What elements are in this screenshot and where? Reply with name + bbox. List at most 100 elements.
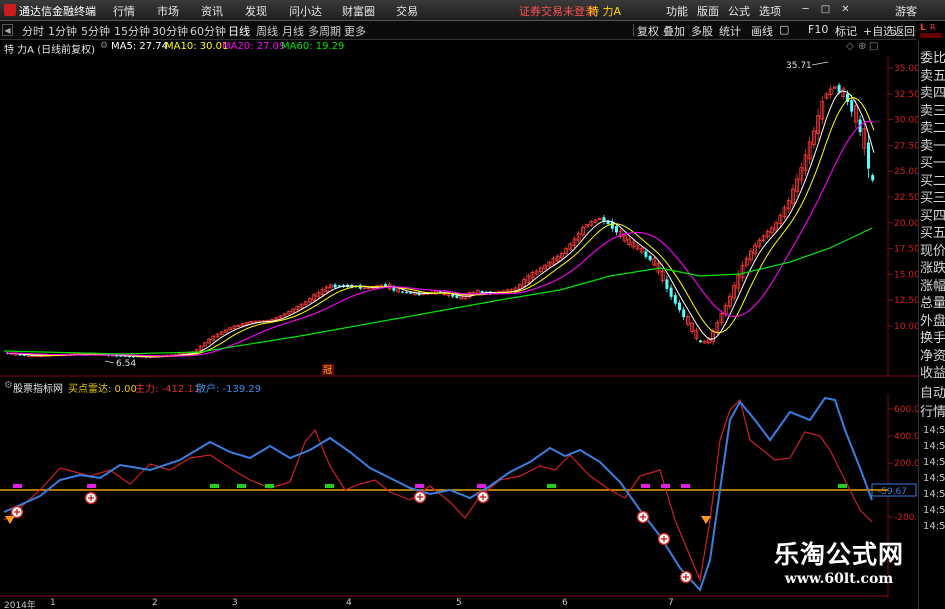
candle-down	[867, 142, 870, 169]
low-price-arrow	[104, 360, 115, 364]
signal-tick	[13, 484, 22, 488]
price-tick-label: 22.50	[894, 193, 918, 203]
signal-tick	[87, 484, 96, 488]
quote-panel-tick[interactable]: 14:56	[920, 439, 945, 455]
price-tick-label: 15.00	[894, 270, 918, 280]
price-tick-label: 17.50	[894, 245, 918, 255]
signal-tick	[210, 484, 219, 488]
price-tick-label: 25.00	[894, 167, 918, 177]
low-price-label: 6.54	[116, 359, 136, 369]
quote-panel-item[interactable]: 卖四	[920, 84, 945, 103]
quote-side-panel: 委比 卖五 卖四 卖三 卖二 卖一 买一 买二 买三 买四 买五 现价 涨跌 涨幅 总量 外盘 换手 净资 收益 自动…	[918, 41, 945, 609]
quote-panel-item[interactable]: 卖五	[920, 67, 945, 86]
price-tick-label: 10.00	[894, 322, 918, 332]
ma5-line	[5, 90, 875, 358]
date-tick: 1	[50, 598, 56, 608]
signal-tick	[681, 484, 690, 488]
ma20-line	[5, 120, 875, 357]
price-tick-label: 30.00	[894, 116, 918, 126]
candle-down	[850, 100, 854, 112]
candle-down	[648, 255, 652, 261]
price-tick-label: 32.50	[894, 90, 918, 100]
price-tick-label: 35.00	[894, 64, 918, 74]
svg-text:R: R	[930, 23, 936, 32]
candle-down	[682, 309, 686, 318]
quote-panel-item[interactable]: 委比	[920, 49, 945, 68]
quote-panel-item[interactable]: 买三	[920, 189, 945, 208]
date-tick: 5	[456, 598, 462, 608]
quote-panel-item[interactable]: 买二	[920, 172, 945, 191]
price-tick-label: 27.50	[894, 141, 918, 151]
price-tick-label: 12.50	[894, 296, 918, 306]
watermark-url: www.60lt.com	[784, 571, 894, 587]
date-tick: 2014年	[4, 601, 36, 609]
date-tick: 6	[562, 598, 568, 608]
price-tick-label: 20.00	[894, 219, 918, 229]
quote-panel-item[interactable]: 买一	[920, 154, 945, 173]
candle-down	[451, 294, 455, 297]
candle-down	[837, 84, 841, 93]
signal-tick	[237, 484, 246, 488]
ma10-line	[5, 96, 875, 358]
quote-panel-tick[interactable]: 自动	[920, 384, 945, 403]
quote-panel-item[interactable]: 涨跌	[920, 259, 945, 278]
date-tick: 2	[152, 598, 158, 608]
signal-tick	[415, 484, 424, 488]
candle-down	[384, 284, 387, 287]
candle-down	[669, 287, 673, 297]
indicator-current-value: -59.67	[878, 487, 907, 497]
candle-down	[673, 295, 677, 304]
quote-panel-item[interactable]: 外盘	[920, 312, 945, 331]
candle-down	[455, 295, 459, 298]
quote-panel-tick[interactable]: 行情	[920, 403, 945, 422]
candle-down	[615, 226, 618, 233]
quote-panel-item[interactable]: 买五	[920, 224, 945, 243]
quote-panel-item[interactable]: 净资	[920, 347, 945, 366]
indicator-tick-label: 600.0	[894, 405, 918, 415]
indicator-tick-label: 200.0	[894, 459, 918, 469]
quote-panel-tick[interactable]: 14:56	[920, 455, 945, 471]
quote-panel-tick[interactable]: 14:56	[920, 519, 945, 535]
signal-tick	[325, 484, 334, 488]
candle-down	[644, 251, 648, 257]
quote-panel-item[interactable]: 卖一	[920, 137, 945, 156]
quote-panel-tick[interactable]: 14:56	[920, 471, 945, 487]
signal-tick	[641, 484, 650, 488]
quote-panel-item[interactable]: 换手	[920, 329, 945, 348]
high-price-arrow	[811, 61, 829, 66]
signal-tick	[477, 484, 486, 488]
quote-panel-item[interactable]: 卖三	[920, 102, 945, 121]
candle-down	[405, 291, 408, 294]
candle-down	[333, 284, 337, 288]
quote-panel-item[interactable]: 现价	[920, 242, 945, 261]
candle-down	[665, 279, 669, 289]
quote-panel-tick[interactable]: 14:56	[920, 423, 945, 439]
warning-triangle-icon	[5, 516, 15, 524]
event-marker: 冠	[323, 365, 332, 376]
date-tick: 3	[232, 598, 238, 608]
date-tick: 7	[668, 598, 674, 608]
signal-tick	[265, 484, 274, 488]
candle-down	[871, 175, 875, 181]
date-tick: 4	[346, 598, 352, 608]
watermark: 乐淘公式网 www.60lt.com	[733, 535, 945, 609]
kline-chart-svg: 35.00 32.50 30.00 27.50 25.00 22.50 20.00 17.50…	[0, 55, 918, 598]
quote-panel-item[interactable]: 收益	[920, 364, 945, 383]
high-price-label: 35.71	[786, 61, 812, 71]
indicator-tick-label: -200.0	[894, 513, 918, 523]
candle-down	[400, 291, 404, 293]
candle-down	[699, 340, 702, 343]
signal-tick	[661, 484, 670, 488]
candle-down	[678, 302, 681, 311]
quote-panel-item[interactable]: 卖二	[920, 119, 945, 138]
level-badge: LR	[916, 21, 945, 41]
quote-panel-tick[interactable]: 14:56	[920, 503, 945, 519]
indicator-tick-label: 400.0	[894, 432, 918, 442]
signal-tick	[838, 484, 847, 488]
svg-text:L: L	[920, 23, 926, 33]
quote-panel-item[interactable]: 总量	[920, 294, 945, 313]
quote-panel-item[interactable]: 买四	[920, 207, 945, 226]
quote-panel-tick[interactable]: 14:56	[920, 487, 945, 503]
signal-tick	[547, 484, 556, 488]
quote-panel-item[interactable]: 涨幅	[920, 277, 945, 296]
